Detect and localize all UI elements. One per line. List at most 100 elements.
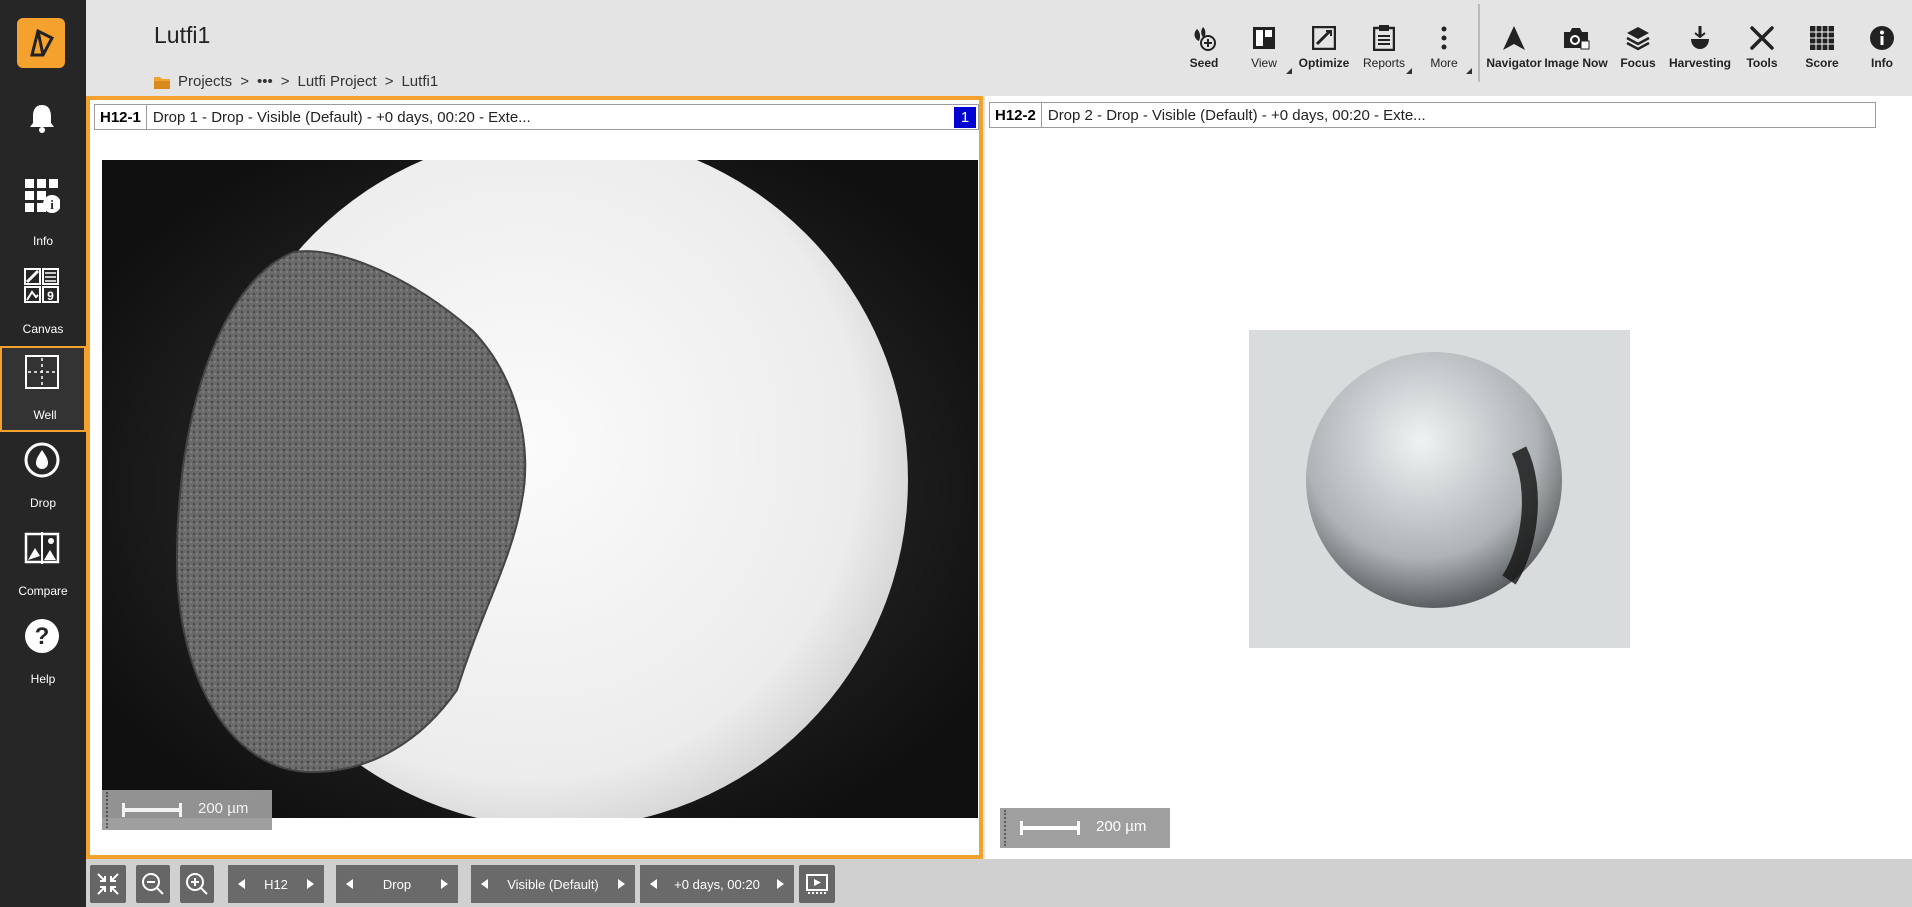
focus-button[interactable]: Focus [1608,14,1668,74]
time-stepper[interactable]: +0 days, 00:20 [640,865,794,903]
camera-icon [1562,24,1590,52]
bell-icon [22,98,62,138]
sidebar-item-info[interactable]: i Info [0,172,86,258]
drag-handle[interactable] [106,792,111,828]
drop-icon [22,440,62,480]
info-button[interactable]: Info [1852,14,1912,74]
zoom-in-button[interactable] [180,865,214,903]
sidebar-item-compare[interactable]: Compare [0,524,86,610]
harvesting-button[interactable]: Harvesting [1668,14,1732,74]
tools-label: Tools [1746,56,1778,70]
next-drop-button[interactable] [430,865,458,903]
app-logo[interactable] [17,18,65,68]
panel-header: H12-1 Drop 1 - Drop - Visible (Default) … [94,104,979,130]
triangle-right-icon [618,879,625,889]
sidebar-item-help[interactable]: ? Help [0,612,86,698]
well-value: H12 [264,876,288,892]
image-now-button[interactable]: Image Now [1544,14,1608,74]
view-label: View [1251,56,1277,70]
drop-panel-1[interactable]: H12-1 Drop 1 - Drop - Visible (Default) … [86,96,983,859]
triangle-right-icon [777,879,784,889]
breadcrumb-item[interactable]: Lutfi Project [297,73,376,90]
canvas-icon: 9 [22,266,62,306]
sidebar-item-label: Info [32,234,53,248]
seed-icon [1190,24,1218,52]
image-now-label: Image Now [1544,56,1608,70]
play-slideshow-icon [806,874,828,894]
folder-icon [154,76,170,89]
selection-badge: 1 [954,107,976,128]
triangle-left-icon [346,879,353,889]
svg-text:9: 9 [47,289,54,303]
playback-button[interactable] [799,865,835,903]
more-button[interactable]: More [1414,14,1474,74]
panel-header: H12-2 Drop 2 - Drop - Visible (Default) … [989,102,1876,128]
layers-icon [1624,24,1652,52]
well-icon [22,352,62,392]
optimize-icon [1310,24,1338,52]
previous-time-button[interactable] [640,865,668,903]
more-vertical-icon [1430,24,1458,52]
drag-handle[interactable] [1004,810,1009,846]
triangle-left-icon [481,879,488,889]
next-time-button[interactable] [766,865,794,903]
fit-screen-button[interactable] [90,865,126,903]
dropdown-indicator [1466,68,1472,74]
sidebar-item-label: Canvas [22,322,64,336]
breadcrumb-item[interactable]: Projects [178,73,232,90]
triangle-left-icon [650,879,657,889]
tools-button[interactable]: Tools [1732,14,1792,74]
zoom-out-icon [142,873,164,895]
help-icon: ? [22,616,62,656]
collapse-arrows-icon [97,873,119,895]
notifications-button[interactable] [0,94,86,150]
dropdown-indicator [1286,68,1292,74]
drop-panel-2[interactable]: H12-2 Drop 2 - Drop - Visible (Default) … [985,96,1912,859]
triangle-right-icon [307,879,314,889]
previous-drop-button[interactable] [336,865,364,903]
well-stepper[interactable]: H12 [228,865,324,903]
info-icon [1868,24,1896,52]
time-value: +0 days, 00:20 [674,876,760,892]
scale-bar[interactable]: 200 µm [102,790,272,830]
drop-image-2[interactable] [1249,330,1630,648]
drop-stepper[interactable]: Drop [336,865,458,903]
navigator-button[interactable]: Navigator [1484,14,1544,74]
next-well-button[interactable] [296,865,324,903]
next-imaging-button[interactable] [607,865,635,903]
focus-label: Focus [1620,56,1656,70]
wrench-cross-icon [1748,24,1776,52]
breadcrumb-item[interactable]: Lutfi1 [401,73,438,90]
harvest-icon [1686,24,1714,52]
score-button[interactable]: Score [1792,14,1852,74]
view-button[interactable]: View [1234,14,1294,74]
bottom-toolbar: H12 Drop Visible (Default) +0 days, 00:2… [86,859,1912,907]
triangle-right-icon [441,879,448,889]
optimize-button[interactable]: Optimize [1294,14,1354,74]
page-title: Lutfi1 [154,22,211,48]
sidebar-item-drop[interactable]: Drop [0,436,86,522]
seed-button[interactable]: Seed [1174,14,1234,74]
scale-label: 200 µm [1096,818,1147,835]
breadcrumb-item[interactable]: ••• [257,73,273,90]
sidebar-item-well[interactable]: Well [0,346,86,432]
sidebar-item-canvas[interactable]: 9 Canvas [0,260,86,346]
breadcrumb-separator: > [280,73,290,90]
reports-label: Reports [1362,56,1406,70]
previous-well-button[interactable] [228,865,256,903]
scale-bar[interactable]: 200 µm [1000,808,1170,848]
drop-description: Drop 1 - Drop - Visible (Default) - +0 d… [152,108,531,126]
imaging-setting-stepper[interactable]: Visible (Default) [471,865,635,903]
svg-text:?: ? [35,623,50,650]
header: Lutfi1 Projects > ••• > Lutfi Project > … [86,0,1912,96]
zoom-out-button[interactable] [136,865,170,903]
well-drop-id: H12-2 [990,103,1042,127]
drop-value: Drop [382,876,412,892]
reports-button[interactable]: Reports [1354,14,1414,74]
drop-description: Drop 2 - Drop - Visible (Default) - +0 d… [1047,106,1426,124]
previous-imaging-button[interactable] [471,865,499,903]
seed-label: Seed [1189,56,1219,70]
scale-line [1020,821,1080,835]
clipboard-icon [1370,24,1398,52]
drop-image-1[interactable] [102,160,978,818]
